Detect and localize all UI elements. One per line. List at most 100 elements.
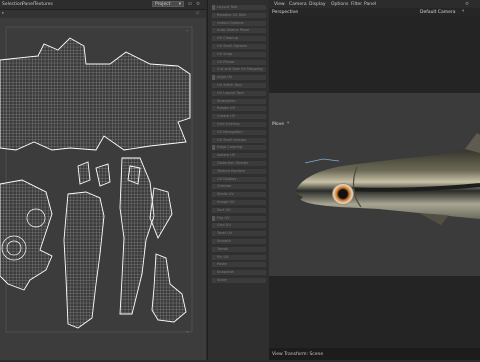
uv-tool-button[interactable]: Flip UV — [214, 215, 266, 221]
uv-frame-corner-icon: ⌐ — [186, 28, 189, 33]
uv-tool-button[interactable]: Isolate UV — [214, 153, 266, 159]
uv-shell-tail[interactable] — [151, 253, 187, 323]
uv-tool-button[interactable]: Shells UV — [214, 192, 266, 198]
pin-icon[interactable]: ⊡ — [188, 2, 192, 7]
uv-shell-layout: ⌐ ⌐ — [0, 26, 193, 334]
uv-tool-icon — [212, 67, 215, 73]
uv-canvas[interactable]: ⌐ ⌐ — [0, 18, 206, 360]
menu-display[interactable]: Display — [309, 2, 326, 7]
uv-tool-button[interactable]: UV Cleanup — [214, 36, 266, 42]
uv-tool-button[interactable]: UV Snap — [214, 51, 266, 57]
viewport-settings-icon[interactable]: ⚙ — [465, 2, 469, 7]
uv-tool-button[interactable]: Rotate UV — [214, 106, 266, 112]
menu-options[interactable]: Options — [331, 2, 348, 7]
uv-tool-icon — [212, 278, 215, 283]
uv-tool-icon — [212, 192, 215, 198]
uv-tool-button[interactable]: Texel UV — [214, 231, 266, 237]
view-transform-label: View Transform: Scene — [272, 352, 324, 357]
uv-tool-button[interactable]: Pin UV — [214, 254, 266, 260]
uv-tool-icon — [212, 200, 215, 205]
uv-tool-button[interactable]: UV Display — [214, 176, 266, 182]
uv-tool-button[interactable]: Scale — [214, 278, 266, 283]
uv-tool-button[interactable]: Paste — [214, 262, 266, 268]
uv-tool-button[interactable]: Edge Coloring — [214, 145, 266, 151]
chevron-down-icon: ▾ — [178, 2, 181, 7]
uv-tool-button[interactable]: Cut and Sew UV Mapping — [214, 67, 266, 73]
fish-pelvic-fin — [419, 213, 449, 225]
uv-tool-icon — [212, 12, 215, 18]
uv-tool-icon — [212, 161, 215, 166]
uv-tool-button[interactable]: UV Shell Options — [214, 44, 266, 49]
uv-shell-small-2[interactable] — [95, 163, 111, 187]
uv-tool-button[interactable]: Layout Tool — [214, 5, 266, 10]
uv-tool-icon — [212, 20, 215, 26]
uv-tool-button[interactable]: UV Layout Tool — [214, 90, 266, 96]
uv-tool-button[interactable]: Create UV — [214, 114, 266, 120]
uv-tool-icon — [212, 231, 215, 237]
uv-tool-icon — [212, 168, 215, 174]
uv-tool-icon — [212, 207, 215, 213]
uv-tool-button[interactable]: Grid UV — [214, 223, 266, 229]
uv-tool-icon — [212, 44, 215, 49]
uv-tool-icon — [212, 90, 215, 96]
uv-tool-icon — [212, 106, 215, 112]
uv-tool-icon — [212, 51, 215, 57]
perspective-label[interactable]: Perspective — [272, 10, 298, 15]
menu-filter[interactable]: Filter — [351, 2, 362, 7]
uv-set-dropdown-value: Project — [155, 2, 171, 7]
viewport-statusbar: View Transform: Scene — [269, 348, 480, 360]
menu-textures[interactable]: Textures — [34, 2, 53, 7]
uv-tool-button[interactable]: Snapshot — [214, 270, 266, 276]
uv-tool-button[interactable]: Tweak — [214, 246, 266, 252]
uv-tool-button[interactable]: Smooth — [214, 239, 266, 244]
uv-tool-icon — [212, 5, 215, 10]
menu-view[interactable]: View — [274, 2, 285, 7]
uv-tool-icon — [212, 270, 215, 276]
camera-dropdown-icon[interactable]: ▾ — [462, 9, 464, 14]
uv-shell-belly[interactable] — [63, 191, 105, 329]
uv-tool-button[interactable]: Grid Overlay — [214, 122, 266, 127]
uv-shell-small-1[interactable] — [77, 161, 91, 185]
uv-tool-icon — [212, 137, 215, 143]
uv-tool-button[interactable]: Relative Ctl Skin — [214, 12, 266, 18]
uv-tool-icon — [212, 75, 215, 81]
settings-icon[interactable]: ⚙ — [196, 2, 200, 7]
uv-tool-button[interactable]: UV Navigation — [214, 129, 266, 135]
uv-tool-icon — [212, 28, 215, 34]
uv-tool-button[interactable]: Image UV — [214, 200, 266, 205]
uv-tool-button[interactable]: UV Shell Groups — [214, 137, 266, 143]
uv-shell-fin[interactable] — [149, 187, 173, 240]
menu-panel[interactable]: Panel — [22, 2, 34, 7]
fish-fin-ray — [304, 158, 340, 164]
uv-tool-button[interactable]: UV Stitch Tool — [214, 83, 266, 88]
uv-frame-corner-icon-bottom: ⌐ — [186, 329, 189, 334]
uv-tool-icon — [212, 59, 215, 65]
render-preview[interactable]: Move ▾ — [269, 93, 480, 276]
uv-tool-button[interactable]: Checker — [214, 184, 266, 190]
uv-tool-button[interactable]: Texture Borders — [214, 168, 266, 174]
uv-tool-icon — [212, 254, 215, 260]
camera-label[interactable]: Default Camera — [420, 10, 456, 15]
menu-selection[interactable]: Selection — [2, 2, 23, 7]
uv-tool-icon — [212, 114, 215, 120]
uv-tool-button[interactable]: UV Planar — [214, 59, 266, 65]
uv-toolkit-panel: Layout Tool Relative Ctl Skin Unfold Optio… — [207, 0, 270, 360]
uv-tool-button[interactable]: Align UV — [214, 75, 266, 81]
menu-panel-viewport[interactable]: Panel — [364, 2, 376, 7]
uv-tool-icon — [212, 36, 215, 42]
uv-tool-button[interactable]: Auto Seams Panel — [214, 28, 266, 34]
frame-icon[interactable]: ▫ — [196, 11, 199, 16]
uv-tool-button[interactable]: Unfold Options — [214, 20, 266, 26]
uv-tool-icon — [212, 83, 215, 88]
uv-tool-icon — [212, 153, 215, 159]
uv-tool-button[interactable]: Distortion Shader — [214, 161, 266, 166]
uv-set-dropdown[interactable]: Project ▾ — [152, 1, 184, 7]
uv-shell-head[interactable] — [0, 179, 53, 291]
toolbar-arrow-icon[interactable]: ▸ — [2, 11, 4, 16]
uv-tool-button[interactable]: Straighten — [214, 98, 266, 104]
uv-tool-button[interactable]: Sort UV — [214, 207, 266, 213]
uv-shell-body[interactable] — [0, 37, 191, 151]
uv-tool-icon — [212, 246, 215, 252]
menu-camera[interactable]: Camera — [289, 2, 307, 7]
uv-tool-icon — [212, 122, 215, 127]
